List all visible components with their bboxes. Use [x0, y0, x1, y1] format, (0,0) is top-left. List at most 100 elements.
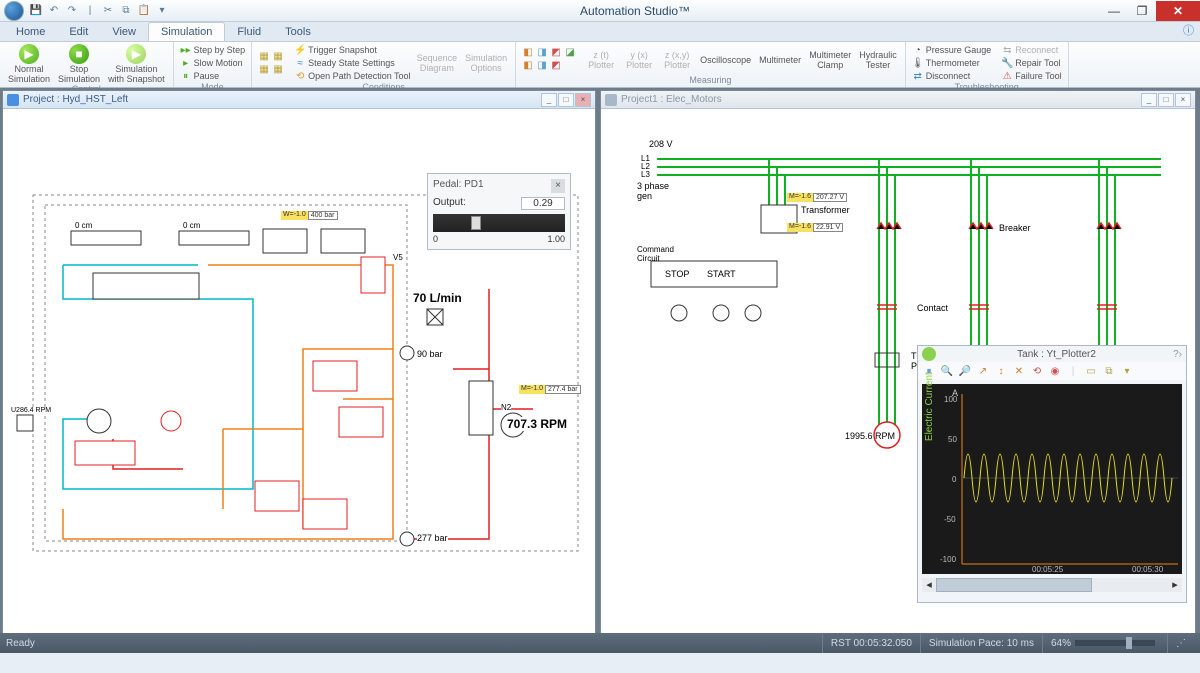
qat-redo-icon[interactable]: ↷ [64, 3, 80, 19]
qat-cut-icon[interactable]: ✂ [100, 3, 116, 19]
zt-plotter-button[interactable]: z (t) Plotter [584, 50, 618, 70]
plotter-power-icon[interactable] [922, 347, 936, 361]
plotter-expand-icon[interactable]: › [1179, 349, 1182, 360]
doc-min-button[interactable]: _ [541, 93, 557, 107]
slow-motion-button[interactable]: ▸Slow Motion [180, 57, 246, 69]
scroll-left-icon[interactable]: ◂ [922, 578, 936, 592]
tab-simulation[interactable]: Simulation [148, 22, 225, 41]
failure-tool-button[interactable]: ⚠Failure Tool [1001, 70, 1061, 82]
reconnect-button[interactable]: ⇆Reconnect [1001, 44, 1061, 56]
scroll-right-icon[interactable]: ▸ [1168, 578, 1182, 592]
hydraulic-tester-button[interactable]: Hydraulic Tester [857, 50, 899, 70]
gauge-icon: ◔ [912, 44, 924, 56]
tab-fluid[interactable]: Fluid [225, 23, 273, 41]
pin-icon[interactable]: ◉ [1047, 363, 1063, 379]
qat-paste-icon[interactable]: 📋 [136, 3, 152, 19]
minimize-button[interactable]: — [1100, 1, 1128, 21]
trigger-label: Trigger Snapshot [308, 45, 377, 55]
pedal-slider-thumb[interactable] [471, 216, 481, 230]
grid-icon-3[interactable]: ▦ [258, 63, 270, 75]
thermometer-button[interactable]: 🌡Thermometer [912, 57, 992, 69]
normal-simulation-button[interactable]: ▶ Normal Simulation [6, 44, 52, 84]
pg-label: Pressure Gauge [926, 45, 992, 55]
marker2-icon[interactable]: ✕ [1011, 363, 1027, 379]
close-button[interactable]: ✕ [1156, 1, 1200, 21]
doc-max-button[interactable]: □ [1158, 93, 1174, 107]
pedal-slider[interactable] [433, 214, 565, 232]
zxy-plotter-button[interactable]: z (x,y) Plotter [660, 50, 694, 70]
pressure-gauge-button[interactable]: ◔Pressure Gauge [912, 44, 992, 56]
misc-icon-3[interactable]: ◩ [550, 47, 562, 59]
plotter-scrollbar[interactable]: ◂ ▸ [922, 578, 1182, 592]
hyd-label: Hydraulic Tester [859, 50, 897, 70]
marker1-icon[interactable]: ↕ [993, 363, 1009, 379]
hydraulic-canvas[interactable]: 70 L/min 90 bar 277 bar 707.3 RPM N2 U28… [3, 109, 595, 650]
app-title: Automation Studio™ [170, 4, 1100, 18]
pedal-close-button[interactable]: × [551, 179, 565, 193]
pedal-output-value[interactable]: 0.29 [521, 197, 565, 210]
simulation-snapshot-button[interactable]: ▶ Simulation with Snapshot [106, 44, 167, 84]
trigger-icon: ⚡ [294, 44, 306, 56]
pause-label: Pause [194, 71, 220, 81]
misc-icon-7[interactable]: ◩ [550, 60, 562, 72]
tab-tools[interactable]: Tools [273, 23, 323, 41]
misc-icon-4[interactable]: ◪ [564, 47, 576, 59]
step-by-step-button[interactable]: ▸▸Step by Step [180, 44, 246, 56]
zoom-slider[interactable] [1075, 640, 1155, 646]
pause-button[interactable]: ⏸Pause [180, 70, 246, 82]
grid-icon-1[interactable]: ▦ [258, 50, 270, 62]
steady-state-button[interactable]: ≈Steady State Settings [294, 57, 410, 69]
tab-home[interactable]: Home [4, 23, 57, 41]
open-path-button[interactable]: ⟲Open Path Detection Tool [294, 70, 410, 82]
doc-min-button[interactable]: _ [1141, 93, 1157, 107]
maximize-button[interactable]: ❐ [1128, 1, 1156, 21]
misc-icon-6[interactable]: ◨ [536, 60, 548, 72]
oscilloscope-button[interactable]: Oscilloscope [698, 55, 753, 65]
scrollbar-thumb[interactable] [936, 578, 1092, 592]
multimeter-clamp-button[interactable]: Multimeter Clamp [807, 50, 853, 70]
help-icon[interactable]: ⓘ [1171, 19, 1200, 41]
misc-icon-5[interactable]: ◧ [522, 60, 534, 72]
reset-icon[interactable]: ⟲ [1029, 363, 1045, 379]
qat-undo-icon[interactable]: ↶ [46, 3, 62, 19]
doc-close-button[interactable]: × [1175, 93, 1191, 107]
grid-icon-2[interactable]: ▦ [272, 50, 284, 62]
stop-label: STOP [665, 269, 689, 279]
status-rst: RST 00:05:32.050 [822, 633, 920, 653]
export-icon[interactable]: ▭ [1083, 363, 1099, 379]
status-resize-grip[interactable]: ⋰ [1167, 633, 1194, 653]
multimeter-button[interactable]: Multimeter [757, 55, 803, 65]
doc-close-button[interactable]: × [575, 93, 591, 107]
repair-tool-button[interactable]: 🔧Repair Tool [1001, 57, 1061, 69]
tab-edit[interactable]: Edit [57, 23, 100, 41]
yx-plotter-button[interactable]: y (x) Plotter [622, 50, 656, 70]
pressure-1: 90 bar [417, 349, 443, 359]
electrical-canvas[interactable]: 208 V L1 L2 L3 3 phase gen Transformer B… [601, 109, 1195, 650]
tab-view[interactable]: View [100, 23, 148, 41]
doc-left-titlebar[interactable]: Project : Hyd_HST_Left _ □ × [3, 91, 595, 109]
cursor-icon[interactable]: ↗ [975, 363, 991, 379]
misc-icon-2[interactable]: ◨ [536, 47, 548, 59]
stop-simulation-button[interactable]: ■ Stop Simulation [56, 44, 102, 84]
disconnect-button[interactable]: ⇄Disconnect [912, 70, 992, 82]
plotter-chart[interactable]: Electric Current A 100 50 0 -50 -100 00: [922, 384, 1182, 574]
qat-copy-icon[interactable]: ⧉ [118, 3, 134, 19]
zoomin-icon[interactable]: 🔍 [939, 363, 955, 379]
titlebar: 💾 ↶ ↷ | ✂ ⧉ 📋 ▾ Automation Studio™ — ❐ ✕ [0, 0, 1200, 22]
qat-dropdown-icon[interactable]: ▾ [154, 3, 170, 19]
qat-save-icon[interactable]: 💾 [28, 3, 44, 19]
stop-sim-label: Stop Simulation [58, 64, 100, 84]
copy-icon[interactable]: ⧉ [1101, 363, 1117, 379]
trigger-snapshot-button[interactable]: ⚡Trigger Snapshot [294, 44, 410, 56]
misc-icon-1[interactable]: ◧ [522, 47, 534, 59]
zoomout-icon[interactable]: 🔎 [957, 363, 973, 379]
step-label: Step by Step [194, 45, 246, 55]
doc-max-button[interactable]: □ [558, 93, 574, 107]
settings-icon[interactable]: ▾ [1119, 363, 1135, 379]
svg-text:50: 50 [948, 435, 957, 444]
sequence-diagram-button[interactable]: Sequence Diagram [415, 53, 460, 73]
grid-icon-4[interactable]: ▦ [272, 63, 284, 75]
svg-text:00:05:25: 00:05:25 [1032, 565, 1064, 574]
simulation-options-button[interactable]: Simulation Options [463, 53, 509, 73]
doc-right-titlebar[interactable]: Project1 : Elec_Motors _ □ × [601, 91, 1195, 109]
